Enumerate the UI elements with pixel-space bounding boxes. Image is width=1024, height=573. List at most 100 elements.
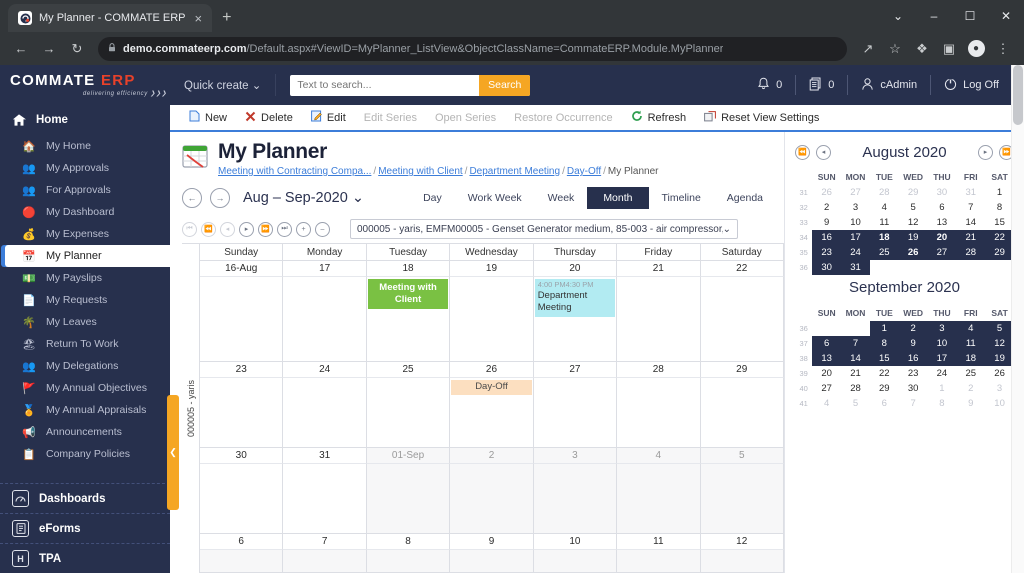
quick-create-menu[interactable]: Quick create ⌄ bbox=[184, 78, 261, 92]
day-cell[interactable] bbox=[617, 277, 701, 362]
next-period-button[interactable]: → bbox=[210, 188, 230, 209]
mini-day[interactable]: 4 bbox=[870, 200, 899, 215]
mini-day[interactable]: 9 bbox=[898, 336, 928, 351]
minimize-icon[interactable]: – bbox=[916, 0, 952, 32]
delete-button[interactable]: Delete bbox=[236, 111, 302, 125]
forward-icon[interactable]: → bbox=[36, 36, 62, 62]
sidebar-item-for-approvals[interactable]: 👥 For Approvals bbox=[0, 179, 170, 201]
day-number[interactable]: 20 bbox=[533, 261, 618, 278]
mini-day[interactable]: 20 bbox=[812, 366, 841, 381]
mini-day[interactable]: 4 bbox=[812, 396, 841, 411]
chevron-down-icon[interactable]: ⌄ bbox=[880, 0, 916, 32]
mini-day[interactable]: 25 bbox=[956, 366, 985, 381]
mini-day[interactable]: 26 bbox=[812, 185, 841, 200]
mini-day[interactable]: 19 bbox=[898, 230, 928, 245]
mini-day[interactable]: 15 bbox=[985, 215, 1014, 230]
mini-day[interactable]: 5 bbox=[985, 321, 1014, 336]
mini-day[interactable]: 14 bbox=[956, 215, 985, 230]
mini-day[interactable]: 18 bbox=[956, 351, 986, 366]
mini-day[interactable]: 28 bbox=[870, 185, 899, 200]
mini-day[interactable]: 22 bbox=[870, 366, 899, 381]
address-bar[interactable]: demo.commateerp.com/Default.aspx#ViewID=… bbox=[98, 36, 847, 61]
mini-day[interactable]: 1 bbox=[928, 381, 957, 396]
mini-day[interactable]: 26 bbox=[985, 366, 1014, 381]
new-tab-icon[interactable]: + bbox=[222, 9, 231, 27]
resource-remove-button[interactable]: – bbox=[315, 221, 330, 237]
mini-day[interactable]: 5 bbox=[899, 200, 928, 215]
sidebar-item-my-delegations[interactable]: 👥 My Delegations bbox=[0, 355, 170, 377]
day-cell[interactable] bbox=[700, 550, 784, 572]
day-cell[interactable] bbox=[450, 277, 534, 362]
mini-day[interactable]: 5 bbox=[841, 396, 870, 411]
sidebar-collapse-handle[interactable]: ❮ bbox=[167, 395, 179, 510]
reload-icon[interactable]: ↻ bbox=[64, 36, 90, 62]
day-cell[interactable]: Day-Off bbox=[450, 378, 534, 448]
day-number[interactable]: 19 bbox=[450, 261, 534, 278]
day-number[interactable]: 30 bbox=[200, 448, 284, 465]
mini-day[interactable]: 12 bbox=[899, 215, 928, 230]
mini-day[interactable]: 10 bbox=[927, 336, 957, 351]
logoff-button[interactable]: Log Off bbox=[931, 77, 1012, 94]
page-scrollbar[interactable] bbox=[1011, 65, 1024, 573]
mini-prev-button[interactable]: ◂ bbox=[816, 144, 831, 160]
resource-next-button[interactable]: ▸ bbox=[239, 221, 254, 237]
scrollbar-thumb[interactable] bbox=[1013, 65, 1023, 125]
day-number[interactable]: 7 bbox=[283, 534, 367, 551]
mini-day[interactable]: 16 bbox=[898, 351, 928, 366]
mini-day[interactable]: 24 bbox=[841, 245, 870, 260]
day-number[interactable]: 11 bbox=[617, 534, 701, 551]
mini-day[interactable]: 2 bbox=[812, 200, 841, 215]
breadcrumb-link[interactable]: Day-Off bbox=[567, 166, 601, 177]
reset-view-settings-button[interactable]: Reset View Settings bbox=[695, 110, 828, 125]
extensions-icon[interactable]: ❖ bbox=[909, 36, 935, 62]
resource-prev-button[interactable]: ◂ bbox=[220, 221, 235, 237]
mini-day[interactable]: 3 bbox=[841, 200, 870, 215]
tab-agenda[interactable]: Agenda bbox=[714, 188, 776, 208]
mini-day[interactable]: 23 bbox=[812, 245, 842, 260]
day-cell[interactable] bbox=[701, 378, 784, 448]
sidebar-item-my-expenses[interactable]: 💰 My Expenses bbox=[0, 223, 170, 245]
documents-button[interactable]: 0 bbox=[796, 77, 847, 94]
mini-day[interactable]: 3 bbox=[927, 321, 957, 336]
mini-day[interactable]: 7 bbox=[841, 336, 870, 351]
day-number[interactable]: 9 bbox=[450, 534, 534, 551]
mini-day[interactable]: 8 bbox=[928, 396, 957, 411]
date-range-selector[interactable]: Aug – Sep-2020 ⌄ bbox=[243, 190, 364, 206]
mini-day[interactable]: 6 bbox=[870, 396, 899, 411]
resource-add-button[interactable]: + bbox=[296, 221, 311, 237]
day-cell[interactable] bbox=[366, 550, 451, 572]
mini-day[interactable]: 25 bbox=[869, 245, 899, 260]
day-number[interactable]: 4 bbox=[617, 448, 701, 465]
back-icon[interactable]: ← bbox=[8, 36, 34, 62]
day-cell[interactable] bbox=[283, 277, 367, 362]
mini-day[interactable]: 29 bbox=[985, 245, 1014, 260]
sidebar-item-my-home[interactable]: 🏠 My Home bbox=[0, 135, 170, 157]
sidebar-item-my-payslips[interactable]: 💵 My Payslips bbox=[0, 267, 170, 289]
day-number[interactable]: 27 bbox=[533, 362, 618, 379]
day-number[interactable]: 16-Aug bbox=[200, 261, 284, 278]
day-number[interactable]: 6 bbox=[200, 534, 284, 551]
day-cell[interactable] bbox=[200, 378, 284, 448]
day-cell[interactable] bbox=[617, 378, 701, 448]
breadcrumb-link[interactable]: Meeting with Contracting Compa... bbox=[218, 166, 371, 177]
day-cell[interactable] bbox=[701, 277, 784, 362]
mini-day[interactable]: 17 bbox=[927, 351, 957, 366]
sidebar-item-my-annual-objectives[interactable]: 🚩 My Annual Objectives bbox=[0, 377, 170, 399]
mini-day[interactable]: 14 bbox=[841, 351, 870, 366]
day-number[interactable]: 5 bbox=[700, 448, 784, 465]
mini-day[interactable]: 12 bbox=[985, 336, 1014, 351]
mini-day[interactable]: 27 bbox=[812, 381, 841, 396]
resource-select[interactable]: 000005 - yaris, EMFM00005 - Genset Gener… bbox=[350, 219, 738, 240]
share-icon[interactable]: ↗ bbox=[855, 36, 881, 62]
mini-next-button[interactable]: ▸ bbox=[978, 144, 993, 160]
day-number[interactable]: 17 bbox=[283, 261, 367, 278]
mini-day[interactable]: 15 bbox=[869, 351, 899, 366]
sidebar-header-home[interactable]: Home bbox=[0, 105, 170, 135]
side-panel-icon[interactable]: ▣ bbox=[936, 36, 962, 62]
bookmark-icon[interactable]: ☆ bbox=[882, 36, 908, 62]
day-number[interactable]: 8 bbox=[366, 534, 451, 551]
mini-day[interactable]: 1 bbox=[869, 321, 899, 336]
sidebar-item-my-approvals[interactable]: 👥 My Approvals bbox=[0, 157, 170, 179]
mini-day[interactable]: 31 bbox=[956, 185, 985, 200]
mini-day[interactable]: 10 bbox=[985, 396, 1014, 411]
